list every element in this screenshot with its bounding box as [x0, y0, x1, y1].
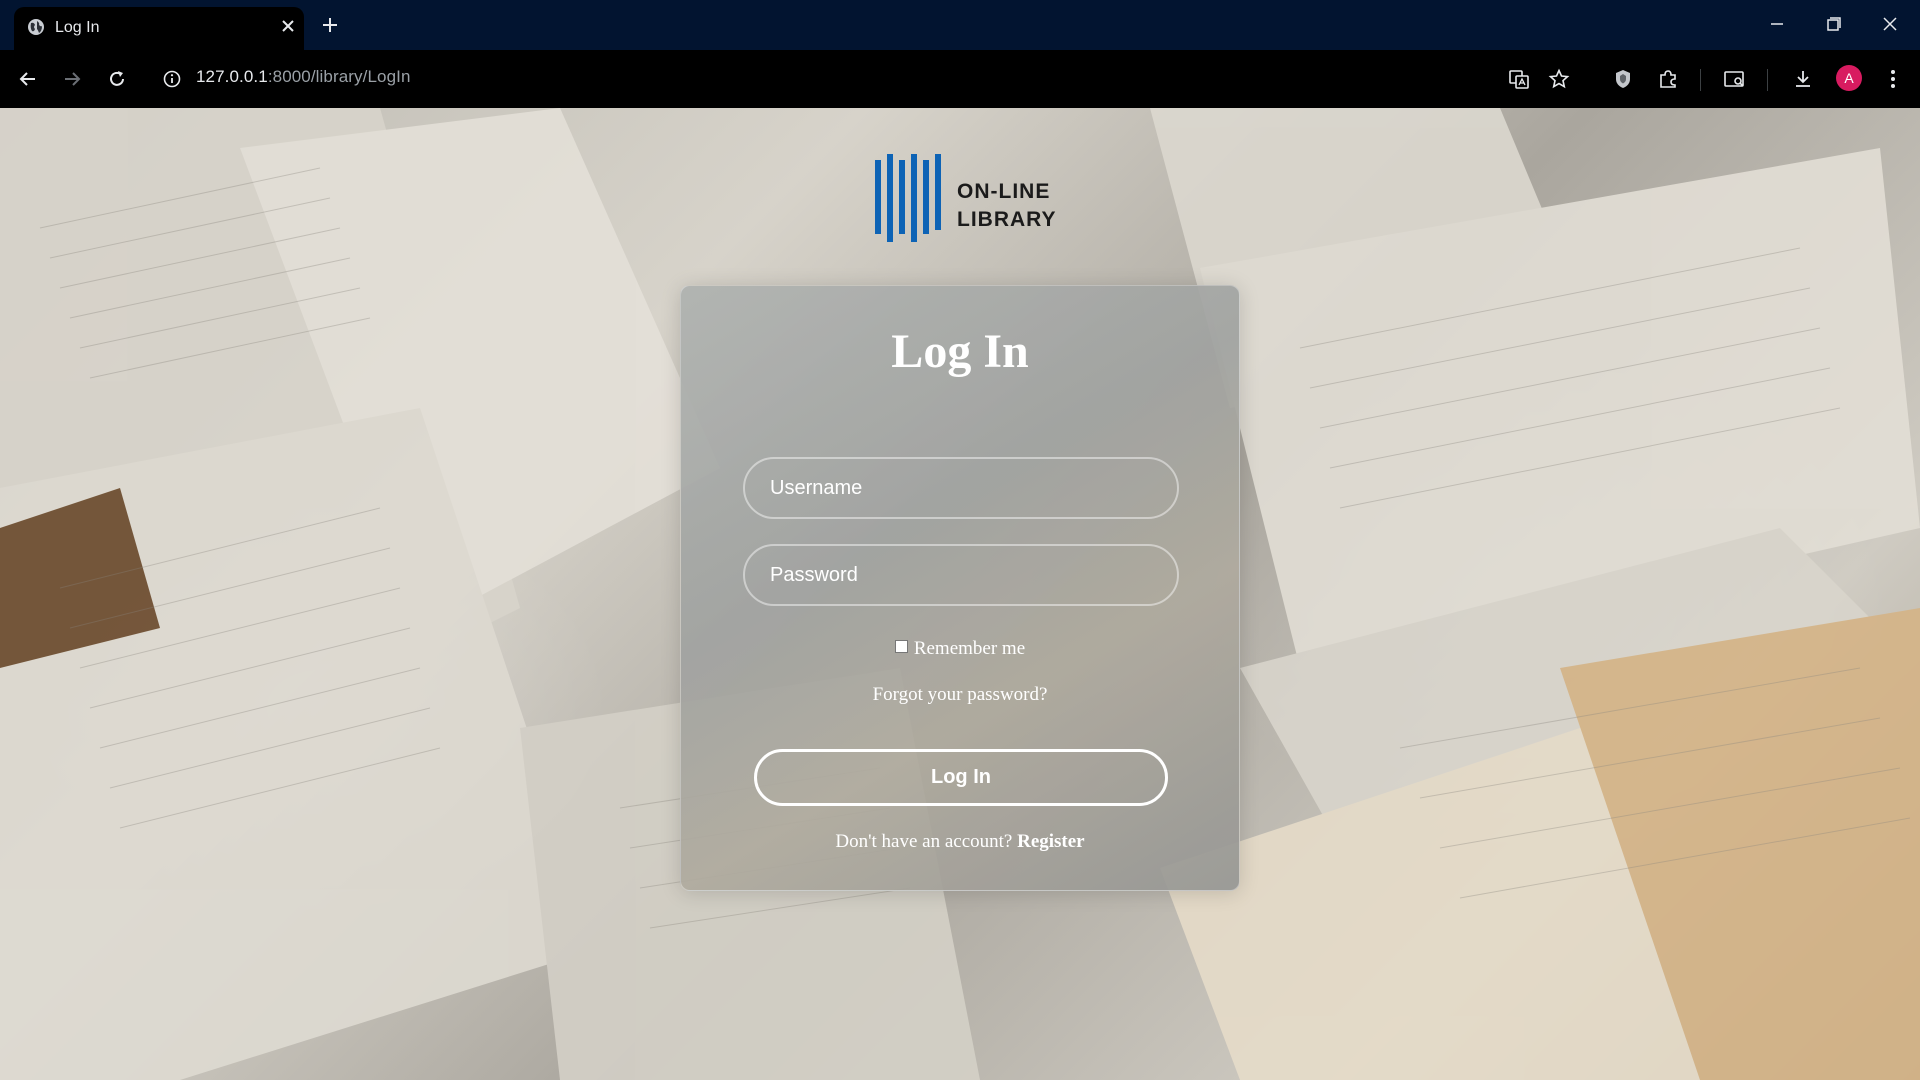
remember-me-label[interactable]: Remember me	[914, 638, 1025, 660]
minimize-icon[interactable]	[1757, 8, 1797, 40]
url-path: :8000/library/LogIn	[267, 67, 411, 86]
forward-icon[interactable]	[57, 64, 87, 94]
profile-avatar[interactable]: A	[1836, 65, 1862, 91]
logo-line-1: ON-LINE	[957, 180, 1051, 203]
register-line: Don't have an account? Register	[681, 831, 1239, 853]
browser-toolbar: 127.0.0.1:8000/library/LogIn A	[0, 50, 1920, 108]
extensions-puzzle-icon[interactable]	[1653, 64, 1683, 94]
login-card: Log In Remember me Forgot your password?…	[680, 285, 1240, 891]
restore-icon[interactable]	[1813, 8, 1853, 40]
logo-line-2: LIBRARY	[957, 208, 1057, 231]
username-input[interactable]	[743, 457, 1179, 519]
site-info-icon[interactable]	[157, 64, 187, 94]
window-close-icon[interactable]	[1870, 8, 1910, 40]
address-bar[interactable]: 127.0.0.1:8000/library/LogIn	[196, 67, 411, 87]
logo-text: ON-LINE LIBRARY	[957, 178, 1057, 234]
remember-me-checkbox[interactable]	[894, 639, 908, 653]
more-menu-icon[interactable]	[1878, 64, 1908, 94]
forgot-password-link[interactable]: Forgot your password?	[681, 684, 1239, 706]
translate-icon[interactable]	[1504, 64, 1534, 94]
url-host: 127.0.0.1	[196, 67, 268, 86]
tab-search-icon[interactable]	[1720, 64, 1750, 94]
page-title: Log In	[891, 325, 1029, 378]
login-button[interactable]: Log In	[754, 749, 1168, 806]
close-icon[interactable]	[277, 15, 299, 37]
new-tab-icon[interactable]	[318, 13, 342, 37]
register-link[interactable]: Register	[1017, 831, 1085, 852]
reload-icon[interactable]	[102, 64, 132, 94]
page-viewport: ON-LINE LIBRARY Log In Remember me Forgo…	[0, 108, 1920, 1080]
library-logo-mark-icon	[875, 154, 941, 242]
library-logo: ON-LINE LIBRARY	[874, 150, 1057, 246]
register-prompt: Don't have an account?	[835, 831, 1013, 852]
remember-me-row: Remember me	[681, 638, 1239, 660]
toolbar-divider	[1700, 69, 1701, 91]
toolbar-divider	[1767, 69, 1768, 91]
browser-tab[interactable]: Log In	[14, 7, 304, 50]
password-input[interactable]	[743, 544, 1179, 606]
download-icon[interactable]	[1788, 64, 1818, 94]
browser-tab-strip: Log In	[0, 0, 1920, 50]
shield-extension-icon[interactable]	[1608, 64, 1638, 94]
bookmark-star-icon[interactable]	[1544, 64, 1574, 94]
back-icon[interactable]	[13, 64, 43, 94]
globe-icon	[28, 19, 44, 35]
tab-title: Log In	[55, 19, 100, 36]
